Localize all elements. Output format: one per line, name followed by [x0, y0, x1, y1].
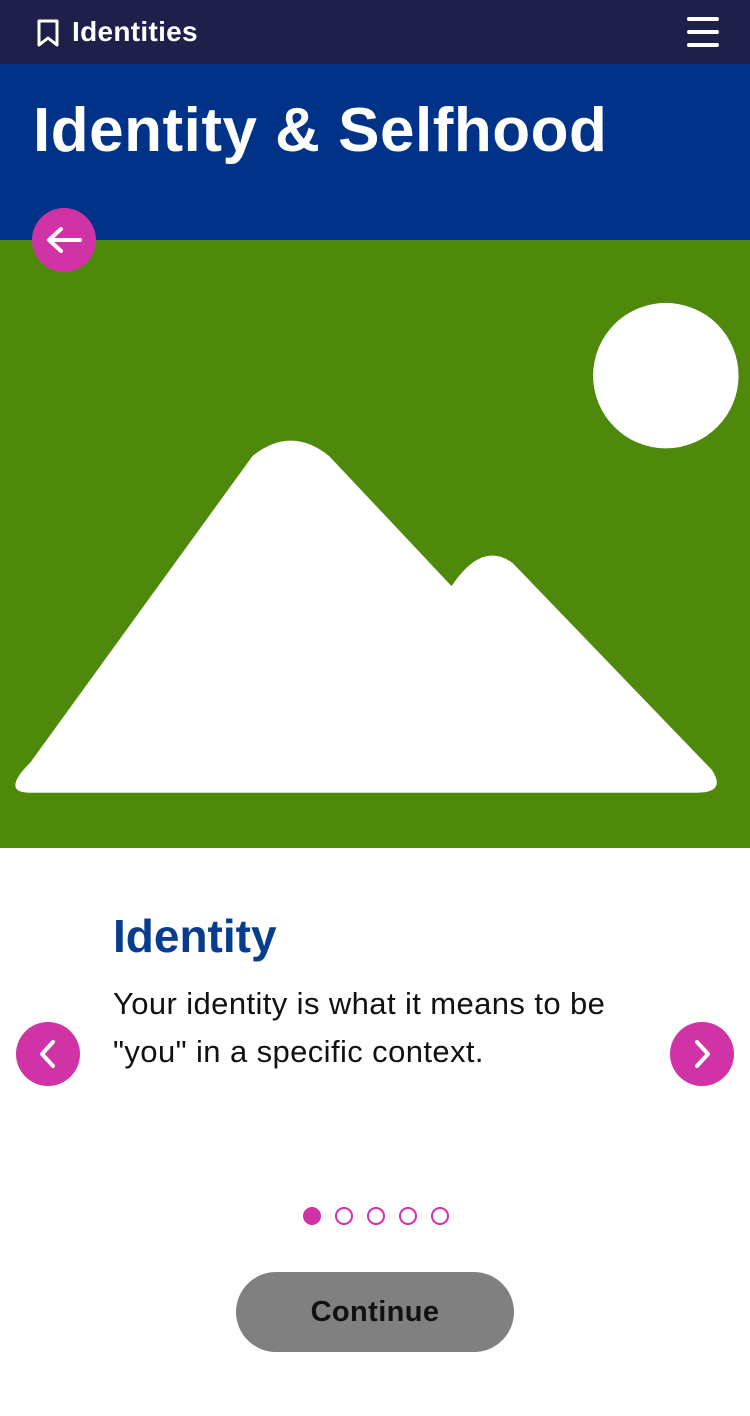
card-body: Your identity is what it means to be "yo… — [113, 986, 606, 1069]
bookmark-icon[interactable] — [35, 18, 61, 48]
arrow-left-icon — [47, 227, 82, 253]
card-title: Identity — [113, 910, 277, 962]
hero-caption: 375 x 304 — [303, 598, 447, 634]
chevron-left-icon — [40, 1040, 55, 1068]
page: Identities Identity & Selfhood 375 x 304… — [0, 0, 750, 1416]
top-nav-bar: Identities — [0, 0, 750, 64]
pagination-dot[interactable] — [367, 1207, 385, 1225]
image-placeholder-icon — [15, 302, 739, 793]
pagination-dot[interactable] — [399, 1207, 417, 1225]
hamburger-menu-icon[interactable] — [684, 14, 722, 50]
previous-button[interactable] — [16, 1022, 80, 1086]
continue-button[interactable]: Continue — [236, 1272, 514, 1352]
pagination-dot[interactable] — [303, 1207, 321, 1225]
app-title: Identities — [72, 16, 198, 47]
back-button[interactable] — [32, 208, 96, 272]
pagination-dot[interactable] — [431, 1207, 449, 1225]
pagination-dots — [303, 1207, 449, 1225]
next-button[interactable] — [670, 1022, 734, 1086]
page-title: Identity & Selfhood — [33, 96, 608, 165]
pagination-dot[interactable] — [335, 1207, 353, 1225]
chevron-right-icon — [695, 1040, 710, 1068]
